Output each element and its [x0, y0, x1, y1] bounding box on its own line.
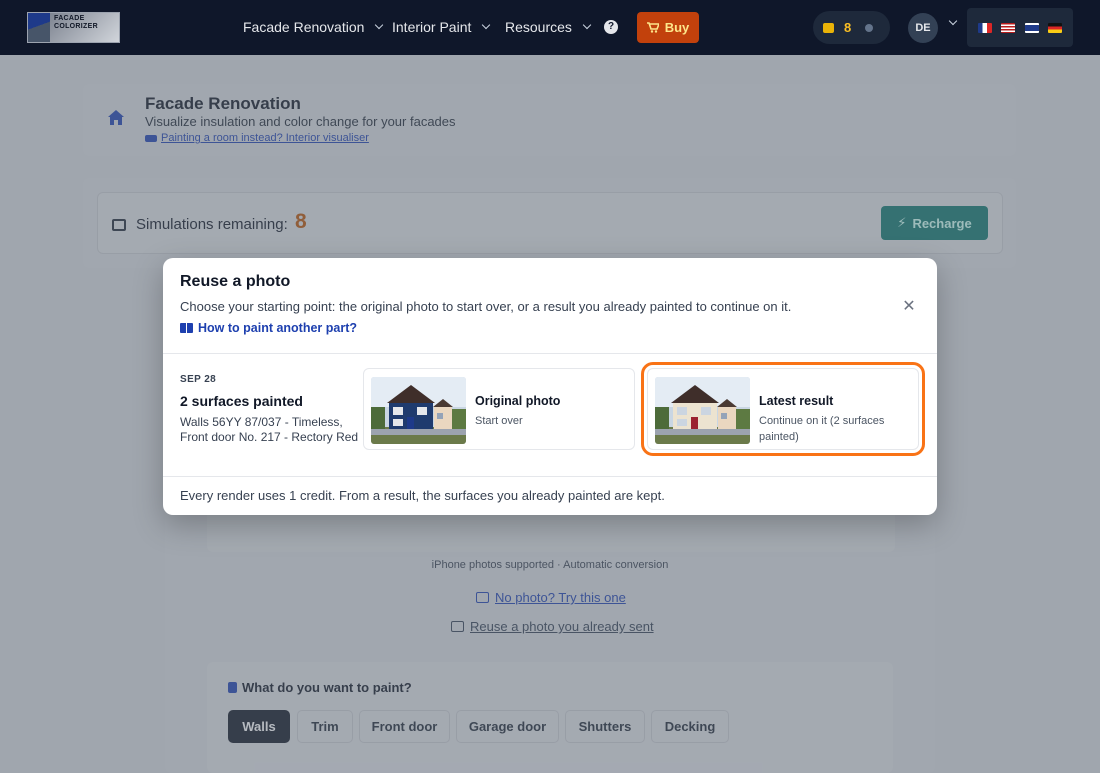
chevron-down-icon — [482, 20, 491, 30]
divider — [163, 353, 937, 354]
chevron-down-icon — [582, 20, 592, 30]
option-name: Original photo — [475, 394, 561, 408]
option-latest-result[interactable]: Latest result Continue on it (2 surfaces… — [641, 362, 925, 456]
chevron-down-icon — [375, 20, 384, 30]
credits-count: 8 — [844, 20, 852, 35]
flag-switcher — [967, 8, 1073, 47]
history-date: SEP 28 — [180, 374, 217, 385]
flag-fr-icon[interactable] — [977, 22, 992, 33]
history-title: 2 surfaces painted — [180, 393, 303, 409]
buy-button[interactable]: Buy — [637, 12, 699, 43]
nav-label: Interior Paint — [392, 19, 472, 35]
divider — [163, 476, 937, 477]
app-logo[interactable]: FACADE COLORIZER — [27, 12, 120, 43]
logo-mark-icon — [28, 13, 50, 42]
cart-icon — [646, 22, 659, 33]
credits-badge[interactable]: 8 — [813, 11, 890, 44]
modal-footer-note: Every render uses 1 credit. From a resul… — [180, 488, 665, 503]
modal-description: Choose your starting point: the original… — [180, 299, 792, 314]
history-details: Walls 56YY 87/037 - Timeless, Front door… — [180, 415, 359, 444]
nav-resources[interactable]: Resources — [505, 19, 592, 35]
language-selector[interactable]: DE — [908, 13, 938, 43]
option-name: Latest result — [759, 394, 834, 408]
reuse-photo-modal: Reuse a photo Choose your starting point… — [163, 258, 937, 515]
help-icon[interactable]: ? — [604, 20, 618, 34]
nav-label: Resources — [505, 19, 572, 35]
modal-title: Reuse a photo — [180, 273, 291, 290]
nav-label: Facade Renovation — [243, 19, 365, 35]
latest-result-thumbnail — [655, 377, 750, 444]
option-original-photo[interactable]: Original photo Start over — [363, 368, 635, 450]
chevron-down-icon[interactable] — [948, 16, 958, 26]
howto-link[interactable]: How to paint another part? — [180, 321, 357, 335]
option-subtitle: Start over — [475, 415, 523, 427]
nav-interior-paint[interactable]: Interior Paint — [392, 19, 491, 35]
buy-label: Buy — [664, 20, 690, 35]
book-icon — [180, 323, 193, 333]
close-icon[interactable]: ✕ — [901, 299, 917, 315]
flag-de-icon[interactable] — [1048, 22, 1063, 33]
logo-text: FACADE COLORIZER — [54, 15, 98, 30]
nav-facade-renovation[interactable]: Facade Renovation — [243, 19, 384, 35]
option-subtitle: Continue on it (2 surfaces painted) — [759, 415, 885, 443]
howto-label: How to paint another part? — [198, 321, 358, 335]
status-dot-icon — [865, 23, 874, 32]
flag-gb-icon[interactable] — [1024, 22, 1039, 33]
coins-icon — [823, 22, 834, 33]
top-navbar: FACADE COLORIZER Facade Renovation Inter… — [0, 0, 1100, 55]
flag-us-icon[interactable] — [1001, 22, 1016, 33]
original-photo-thumbnail — [371, 377, 466, 444]
